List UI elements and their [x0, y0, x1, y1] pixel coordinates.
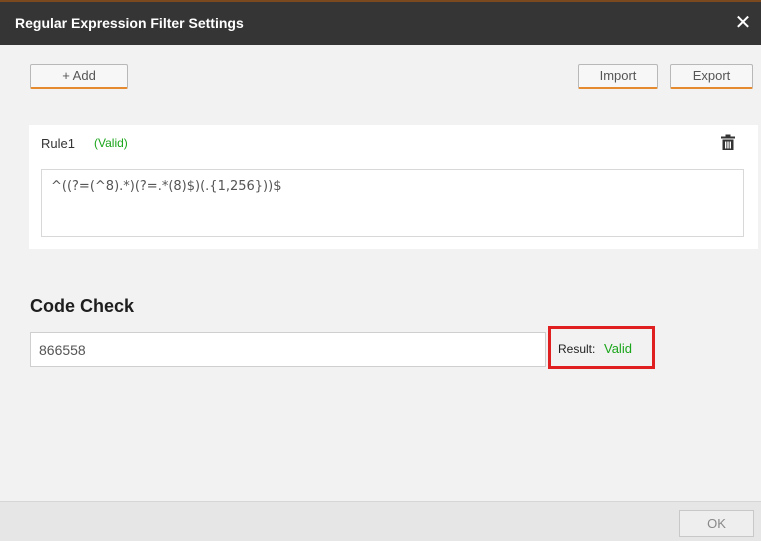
- code-check-title: Code Check: [30, 296, 135, 316]
- result-value: Valid: [604, 341, 632, 356]
- result-label: Result:: [558, 342, 596, 356]
- dialog-titlebar: Regular Expression Filter Settings ✕: [0, 0, 761, 45]
- rule-card: Rule1 (Valid) ^((?=(^8).*)(?=.*(8)$)(.{1…: [29, 125, 758, 249]
- import-button[interactable]: Import: [578, 64, 658, 89]
- code-check-input[interactable]: [30, 332, 546, 367]
- ok-button[interactable]: OK: [679, 510, 754, 537]
- trash-icon[interactable]: [721, 134, 735, 150]
- dialog-footer: OK: [0, 501, 761, 541]
- close-icon[interactable]: ✕: [731, 2, 755, 45]
- rule-name: Rule1: [41, 136, 75, 151]
- rule-expression-field[interactable]: ^((?=(^8).*)(?=.*(8)$)(.{1,256}))$: [41, 169, 744, 237]
- export-button[interactable]: Export: [670, 64, 753, 89]
- result-highlight-box: Result: Valid: [548, 326, 655, 369]
- add-rule-button[interactable]: + Add: [30, 64, 128, 89]
- dialog-title: Regular Expression Filter Settings: [15, 15, 244, 31]
- rule-status: (Valid): [94, 136, 128, 150]
